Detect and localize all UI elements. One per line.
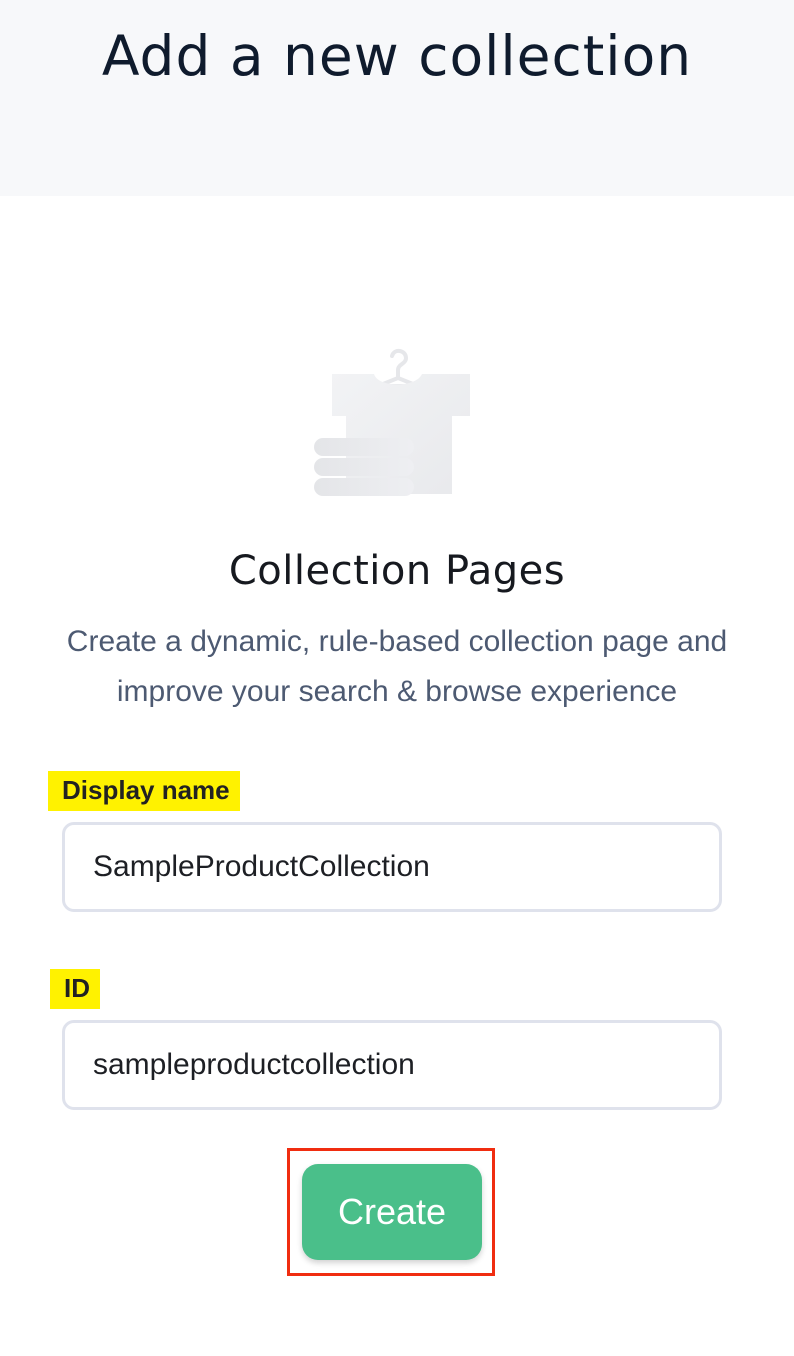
section-description: Create a dynamic, rule-based collection …: [66, 625, 728, 708]
display-name-input[interactable]: [62, 822, 722, 912]
id-label: ID: [50, 969, 100, 1009]
create-button[interactable]: Create: [302, 1164, 482, 1260]
id-input[interactable]: [62, 1020, 722, 1110]
page-title: Add a new collection: [101, 24, 693, 88]
display-name-label: Display name: [48, 771, 240, 811]
page-header: Add a new collection: [0, 0, 794, 196]
section-title: Collection Pages: [228, 548, 566, 594]
clothing-hanger-icon: [314, 349, 470, 496]
